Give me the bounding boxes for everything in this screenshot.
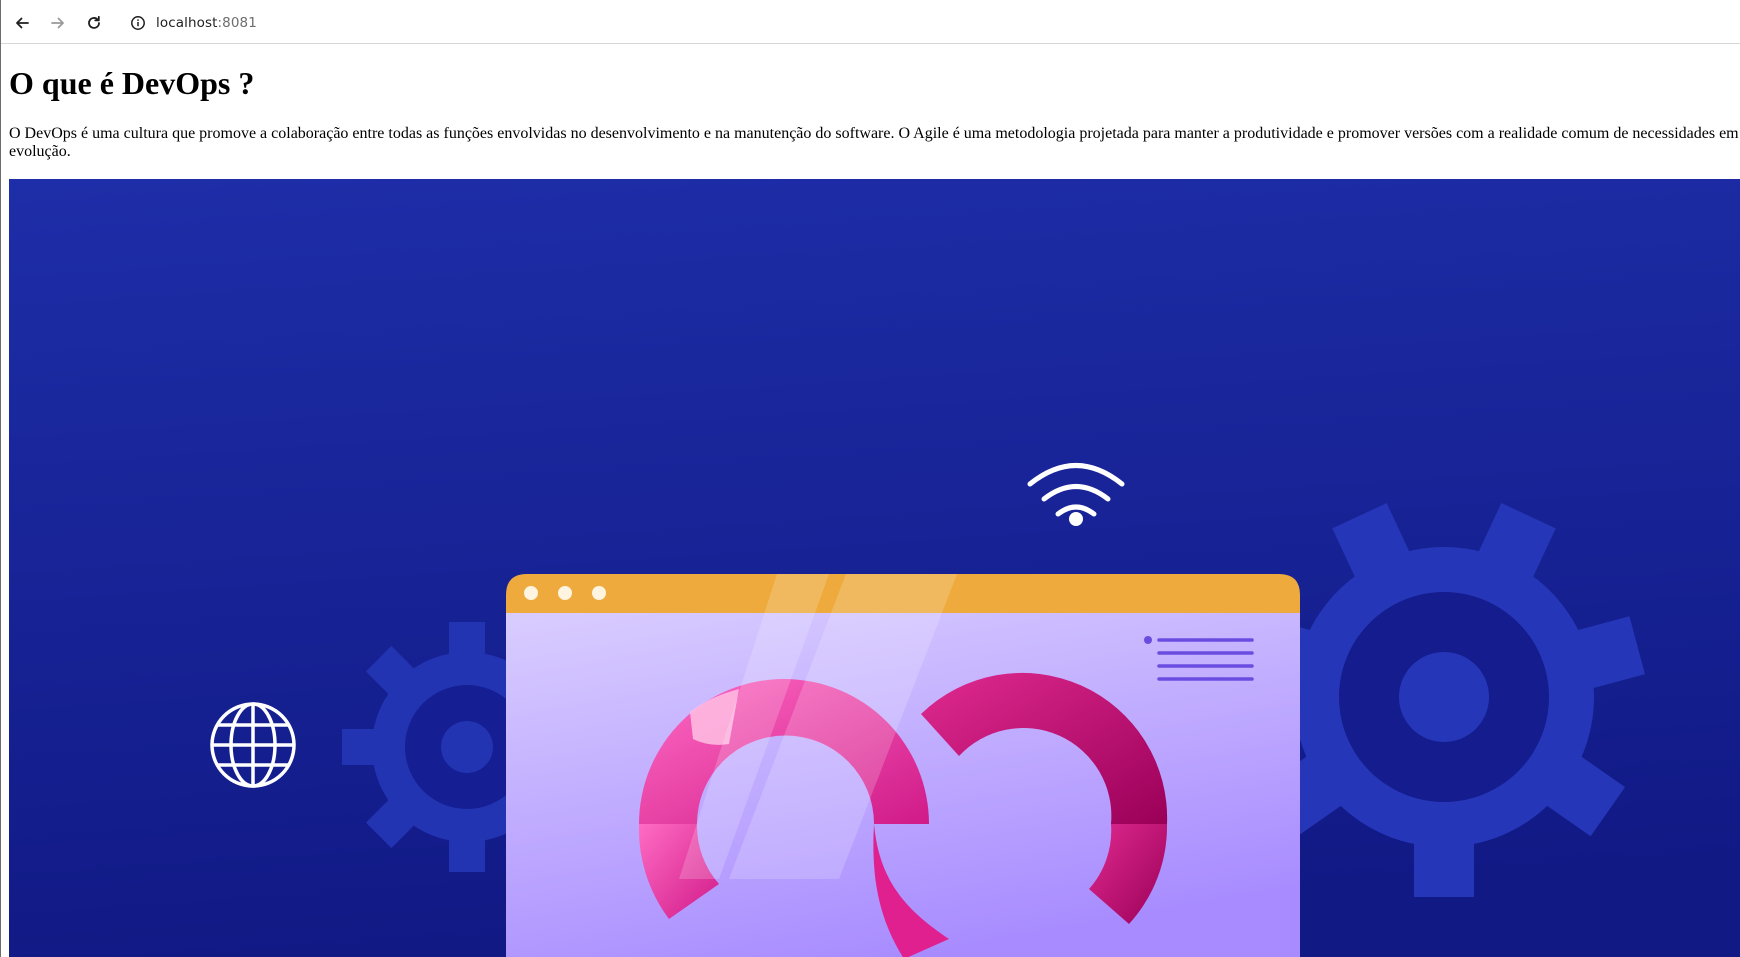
url-port: :8081: [217, 15, 257, 31]
reload-button[interactable]: [82, 11, 106, 35]
browser-toolbar: localhost:8081: [0, 0, 1740, 957]
arrow-left-icon: [16, 17, 29, 29]
devops-infinity-illustration: [9, 179, 1740, 957]
intro-paragraph: O DevOps é uma cultura que promove a col…: [9, 125, 1739, 160]
address-url[interactable]: localhost:8081: [156, 15, 257, 31]
back-button[interactable]: [10, 11, 34, 35]
globe-icon: [210, 702, 296, 788]
address-bar[interactable]: localhost:8081: [120, 7, 1740, 39]
info-icon[interactable]: [130, 15, 146, 31]
forward-button[interactable]: [46, 11, 70, 35]
window-edge: [0, 0, 1, 957]
reload-icon: [88, 15, 100, 29]
url-host: localhost: [156, 15, 218, 31]
illustration-canvas: [9, 179, 1740, 957]
arrow-right-icon: [51, 17, 64, 29]
page-title: O que é DevOps ?: [9, 65, 255, 101]
browser-window-illustration: [506, 574, 1300, 957]
